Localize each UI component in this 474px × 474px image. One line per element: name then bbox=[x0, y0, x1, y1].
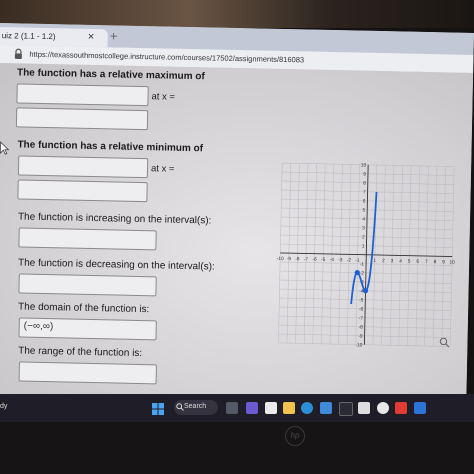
x-tick-label: 6 bbox=[416, 259, 419, 265]
x-tick-label: -4 bbox=[330, 257, 335, 263]
y-tick-label: 6 bbox=[363, 198, 366, 204]
browser-window: uiz 2 (1.1 - 1.2) × + https://texassouth… bbox=[0, 23, 474, 411]
relative-min-at-label: at x = bbox=[150, 163, 175, 175]
y-tick-label: -10 bbox=[355, 342, 362, 348]
lock-icon bbox=[14, 48, 22, 59]
y-tick-label: 10 bbox=[361, 162, 367, 168]
x-tick-label: 5 bbox=[408, 259, 411, 265]
chrome-browser-icon[interactable] bbox=[377, 402, 389, 414]
y-tick-label: -6 bbox=[359, 306, 364, 312]
page-content: The function has a relative maximum of a… bbox=[0, 63, 474, 411]
domain-input[interactable]: (−∞,∞) bbox=[18, 317, 157, 341]
store-icon[interactable] bbox=[339, 402, 353, 416]
x-tick-label: -7 bbox=[304, 256, 309, 262]
domain-question: The domain of the function is: bbox=[17, 301, 150, 316]
y-tick-label: 1 bbox=[362, 243, 365, 249]
y-tick-label: -1 bbox=[360, 261, 365, 267]
windows-taskbar: dy Search bbox=[0, 394, 474, 422]
new-tab-button[interactable]: + bbox=[110, 28, 118, 43]
increasing-question: The function is increasing on the interv… bbox=[17, 211, 212, 227]
x-tick-label: -10 bbox=[277, 256, 284, 262]
y-tick-label: 7 bbox=[363, 189, 366, 195]
relative-max-at-label: at x = bbox=[151, 91, 176, 103]
tab-title: uiz 2 (1.1 - 1.2) bbox=[1, 31, 56, 42]
y-tick-label: -9 bbox=[358, 333, 363, 339]
x-tick-label: -2 bbox=[347, 257, 352, 263]
pinned-app-icon[interactable] bbox=[414, 402, 426, 414]
calendar-app-icon[interactable] bbox=[265, 402, 277, 414]
x-tick-label: 9 bbox=[442, 259, 445, 265]
windows-start-icon[interactable] bbox=[152, 402, 164, 415]
x-tick-label: 1 bbox=[373, 258, 376, 264]
browser-tab[interactable]: uiz 2 (1.1 - 1.2) × bbox=[0, 26, 108, 48]
edge-browser-icon[interactable] bbox=[301, 402, 313, 414]
x-tick-label: 3 bbox=[391, 258, 394, 264]
y-tick-label: 8 bbox=[363, 180, 366, 186]
hp-logo: hp bbox=[285, 426, 305, 446]
relative-min-x-input[interactable] bbox=[17, 179, 148, 203]
x-tick-label: -3 bbox=[338, 257, 343, 263]
close-tab-icon[interactable]: × bbox=[88, 31, 95, 43]
range-question: The range of the function is: bbox=[18, 345, 143, 360]
relative-max-question: The function has a relative maximum of bbox=[16, 67, 205, 83]
decreasing-interval-input[interactable] bbox=[18, 273, 157, 297]
y-tick-label: 3 bbox=[362, 225, 365, 231]
y-tick-label: 9 bbox=[363, 171, 366, 177]
y-tick-label: 4 bbox=[362, 216, 365, 222]
range-input[interactable] bbox=[18, 361, 157, 385]
x-tick-label: 8 bbox=[434, 259, 437, 265]
x-tick-label: 4 bbox=[399, 258, 402, 264]
y-tick-label: -8 bbox=[358, 324, 363, 330]
domain-value: (−∞,∞) bbox=[23, 320, 54, 333]
taskbar-search[interactable]: Search bbox=[174, 400, 218, 415]
y-tick-label: 5 bbox=[362, 207, 365, 213]
video-app-icon[interactable] bbox=[395, 402, 407, 414]
relative-max-x-input[interactable] bbox=[15, 107, 149, 131]
x-tick-label: -6 bbox=[312, 257, 317, 263]
x-tick-label: -8 bbox=[295, 256, 300, 262]
decreasing-question: The function is decreasing on the interv… bbox=[17, 257, 215, 273]
x-tick-label: 7 bbox=[425, 259, 428, 265]
y-tick-label: -7 bbox=[359, 315, 364, 321]
search-label: Search bbox=[184, 403, 207, 410]
y-tick-label: -5 bbox=[359, 297, 364, 303]
increasing-interval-input[interactable] bbox=[18, 227, 157, 251]
app-icon[interactable] bbox=[358, 402, 370, 414]
mouse-cursor-icon bbox=[0, 141, 10, 155]
task-view-icon[interactable] bbox=[226, 402, 238, 414]
search-icon bbox=[176, 403, 184, 411]
magnifier-icon bbox=[439, 337, 450, 348]
status-text: dy bbox=[0, 403, 8, 410]
x-tick-label: 2 bbox=[382, 258, 385, 264]
relative-min-question: The function has a relative minimum of bbox=[17, 139, 204, 155]
y-tick-label: 2 bbox=[362, 234, 365, 240]
x-tick-label: -5 bbox=[321, 257, 326, 263]
relative-max-value-input[interactable] bbox=[16, 83, 149, 107]
x-tick-label: 10 bbox=[449, 260, 455, 266]
chat-icon[interactable] bbox=[246, 402, 258, 414]
file-explorer-icon[interactable] bbox=[283, 402, 295, 414]
x-tick-label: -9 bbox=[287, 256, 292, 262]
function-graph: -10 -9 -8 -7 -6 -5 -4 -3 -2 -1 1 2 3 4 5 6 7 8 9 10 1098765… bbox=[277, 162, 456, 348]
mail-icon[interactable] bbox=[320, 402, 332, 414]
relative-min-value-input[interactable] bbox=[17, 155, 149, 179]
laptop-bezel: hp bbox=[0, 422, 474, 474]
url-text: https://texassouthmostcollege.instructur… bbox=[29, 49, 305, 65]
